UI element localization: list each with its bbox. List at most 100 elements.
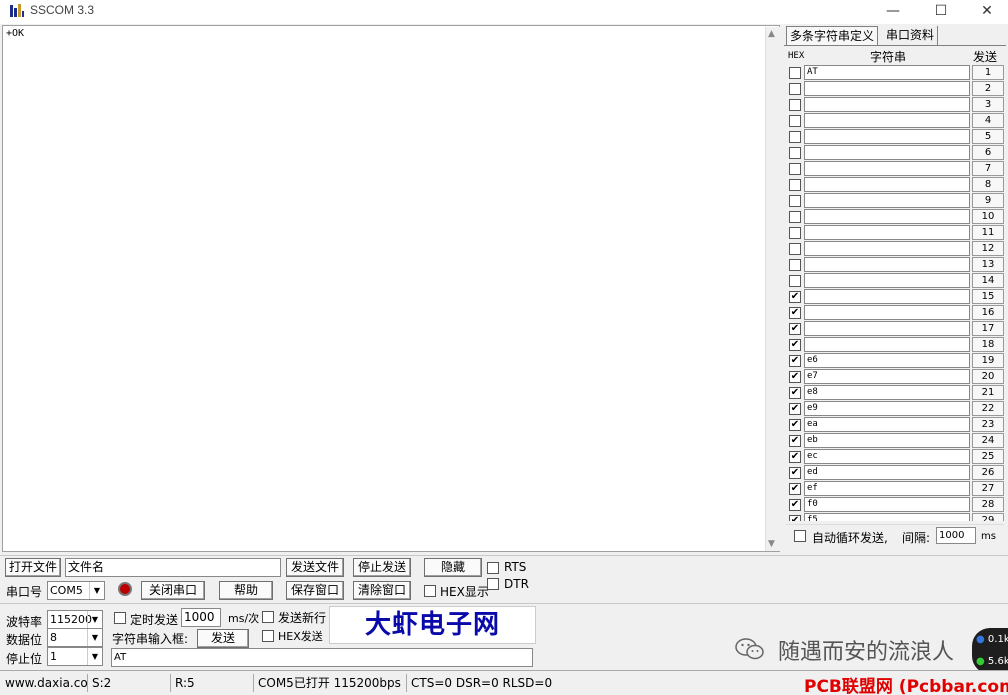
string-field[interactable]	[804, 113, 970, 128]
send-row-button[interactable]: 24	[972, 433, 1004, 448]
hex-checkbox[interactable]: ✔	[789, 403, 801, 415]
stop-bits-select[interactable]: 1 ▼	[47, 647, 103, 666]
hex-checkbox[interactable]	[789, 227, 801, 239]
string-field[interactable]	[804, 129, 970, 144]
hex-send-checkbox[interactable]	[262, 630, 274, 642]
send-row-button[interactable]: 6	[972, 145, 1004, 160]
hex-checkbox[interactable]: ✔	[789, 451, 801, 463]
clear-window-button[interactable]: 清除窗口	[353, 581, 411, 600]
send-row-button[interactable]: 23	[972, 417, 1004, 432]
data-bits-select[interactable]: 8 ▼	[47, 628, 103, 647]
rts-checkbox[interactable]	[487, 562, 499, 574]
send-row-button[interactable]: 17	[972, 321, 1004, 336]
timed-interval-input[interactable]: 1000	[181, 608, 221, 627]
send-row-button[interactable]: 11	[972, 225, 1004, 240]
hex-checkbox[interactable]: ✔	[789, 339, 801, 351]
send-row-button[interactable]: 5	[972, 129, 1004, 144]
tab-multi-string[interactable]: 多条字符串定义	[786, 26, 879, 46]
string-input-field[interactable]: AT	[111, 648, 533, 667]
hex-checkbox[interactable]	[789, 259, 801, 271]
send-row-button[interactable]: 7	[972, 161, 1004, 176]
string-field[interactable]	[804, 209, 970, 224]
send-row-button[interactable]: 18	[972, 337, 1004, 352]
string-field[interactable]: ec	[804, 449, 970, 464]
send-row-button[interactable]: 14	[972, 273, 1004, 288]
hex-checkbox[interactable]: ✔	[789, 419, 801, 431]
hex-checkbox[interactable]: ✔	[789, 291, 801, 303]
hex-checkbox[interactable]: ✔	[789, 307, 801, 319]
close-button[interactable]: ✕	[964, 0, 1008, 24]
send-row-button[interactable]: 1	[972, 65, 1004, 80]
string-field[interactable]	[804, 81, 970, 96]
stop-send-button[interactable]: 停止发送	[353, 558, 411, 577]
string-field[interactable]	[804, 337, 970, 352]
scroll-down-icon[interactable]: ▼	[768, 539, 775, 549]
hex-checkbox[interactable]: ✔	[789, 323, 801, 335]
string-field[interactable]: f5	[804, 513, 970, 521]
hex-checkbox[interactable]	[789, 195, 801, 207]
send-row-button[interactable]: 10	[972, 209, 1004, 224]
send-row-button[interactable]: 16	[972, 305, 1004, 320]
hex-checkbox[interactable]	[789, 99, 801, 111]
string-field[interactable]: ea	[804, 417, 970, 432]
send-row-button[interactable]: 12	[972, 241, 1004, 256]
save-window-button[interactable]: 保存窗口	[286, 581, 344, 600]
hex-checkbox[interactable]	[789, 243, 801, 255]
hex-checkbox[interactable]	[789, 211, 801, 223]
string-field[interactable]: e8	[804, 385, 970, 400]
string-field[interactable]	[804, 225, 970, 240]
string-field[interactable]	[804, 289, 970, 304]
receive-scrollbar[interactable]: ▲ ▼	[765, 27, 780, 551]
string-field[interactable]	[804, 257, 970, 272]
hex-checkbox[interactable]	[789, 275, 801, 287]
chevron-down-icon[interactable]: ▼	[87, 648, 102, 665]
send-row-button[interactable]: 20	[972, 369, 1004, 384]
string-field[interactable]: e6	[804, 353, 970, 368]
send-button[interactable]: 发送	[197, 629, 249, 648]
help-button[interactable]: 帮助	[219, 581, 273, 600]
loop-send-checkbox[interactable]	[794, 530, 806, 542]
send-row-button[interactable]: 21	[972, 385, 1004, 400]
string-field[interactable]	[804, 305, 970, 320]
hex-checkbox[interactable]	[789, 131, 801, 143]
send-row-button[interactable]: 22	[972, 401, 1004, 416]
string-field[interactable]	[804, 177, 970, 192]
string-field[interactable]	[804, 241, 970, 256]
send-row-button[interactable]: 27	[972, 481, 1004, 496]
send-row-button[interactable]: 13	[972, 257, 1004, 272]
string-field[interactable]: eb	[804, 433, 970, 448]
file-name-field[interactable]: 文件名	[65, 558, 281, 577]
send-row-button[interactable]: 19	[972, 353, 1004, 368]
send-row-button[interactable]: 4	[972, 113, 1004, 128]
send-row-button[interactable]: 3	[972, 97, 1004, 112]
string-field[interactable]: e7	[804, 369, 970, 384]
string-field[interactable]	[804, 97, 970, 112]
hex-checkbox[interactable]	[789, 163, 801, 175]
string-field[interactable]	[804, 273, 970, 288]
hide-button[interactable]: 隐藏	[424, 558, 482, 577]
send-newline-checkbox[interactable]	[262, 611, 274, 623]
minimize-button[interactable]: —	[870, 0, 916, 24]
string-field[interactable]	[804, 321, 970, 336]
port-select[interactable]: COM5 ▼	[47, 581, 105, 600]
hex-checkbox[interactable]	[789, 115, 801, 127]
hex-checkbox[interactable]: ✔	[789, 371, 801, 383]
chevron-down-icon[interactable]: ▼	[89, 582, 104, 599]
hex-checkbox[interactable]	[789, 147, 801, 159]
chevron-down-icon[interactable]: ▼	[87, 629, 102, 646]
send-row-button[interactable]: 8	[972, 177, 1004, 192]
hex-checkbox[interactable]: ✔	[789, 499, 801, 511]
send-row-button[interactable]: 28	[972, 497, 1004, 512]
send-file-button[interactable]: 发送文件	[286, 558, 344, 577]
send-row-button[interactable]: 29	[972, 513, 1004, 521]
open-file-button[interactable]: 打开文件	[5, 558, 61, 577]
close-port-button[interactable]: 关闭串口	[141, 581, 205, 600]
chevron-down-icon[interactable]: ▼	[87, 611, 102, 628]
send-row-button[interactable]: 9	[972, 193, 1004, 208]
string-field[interactable]: ef	[804, 481, 970, 496]
hex-checkbox[interactable]	[789, 179, 801, 191]
send-row-button[interactable]: 25	[972, 449, 1004, 464]
hex-checkbox[interactable]	[789, 83, 801, 95]
send-row-button[interactable]: 15	[972, 289, 1004, 304]
hex-checkbox[interactable]: ✔	[789, 355, 801, 367]
